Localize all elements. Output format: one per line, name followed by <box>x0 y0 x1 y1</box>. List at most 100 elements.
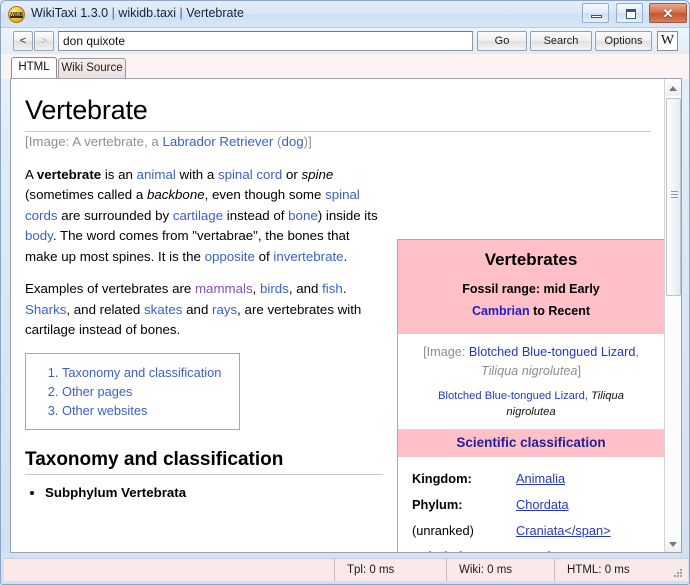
article-image-caption: [Image: A vertebrate, a Labrador Retriev… <box>25 132 383 153</box>
image-caption-suffix: )] <box>303 134 312 149</box>
toc-item[interactable]: Other pages <box>62 383 229 400</box>
link-fish[interactable]: fish <box>322 281 343 296</box>
vertical-scrollbar[interactable] <box>664 79 681 552</box>
close-icon: ✕ <box>662 6 674 21</box>
forward-button[interactable]: > <box>34 31 54 51</box>
window-controls: ✕ <box>580 3 687 24</box>
p1-t11: of <box>254 248 274 264</box>
p1-t4: or <box>282 166 302 182</box>
wikitaxi-icon: WIKI <box>8 6 25 23</box>
p2-t5: , and related <box>66 301 145 317</box>
p2-t6: and <box>182 301 213 317</box>
link-animal[interactable]: animal <box>137 167 176 182</box>
link-rays[interactable]: rays <box>212 302 237 317</box>
resize-grip-icon[interactable] <box>674 569 684 579</box>
tab-wiki-source[interactable]: Wiki Source <box>58 58 126 79</box>
p1-italic-backbone: backbone <box>146 187 205 202</box>
taxon-value-craniata[interactable]: Craniata</span> <box>516 520 611 542</box>
maximize-button[interactable] <box>615 3 643 23</box>
table-row: Subphylum: Vertebrata <box>398 544 664 552</box>
close-button[interactable]: ✕ <box>649 3 687 23</box>
scrollbar-thumb[interactable] <box>666 98 681 296</box>
toc-link-taxonomy[interactable]: Taxonomy and classification <box>62 365 221 380</box>
ib-image-species: Tiliqua nigrolutea <box>480 364 578 378</box>
scrollbar-grip-icon <box>671 191 678 198</box>
title-app-name: WikiTaxi 1.3.0 <box>31 6 109 20</box>
go-button[interactable]: Go <box>477 31 527 51</box>
minimize-icon <box>591 15 603 18</box>
taxobox-fossil-range: Fossil range: mid Early Cambrian to Rece… <box>404 278 658 322</box>
tab-html[interactable]: HTML <box>11 57 57 79</box>
link-invertebrate[interactable]: invertebrate <box>273 249 343 264</box>
p1-t7: are surrounded by <box>57 207 173 223</box>
search-input[interactable]: don quixote <box>58 31 473 51</box>
article-view: Vertebrate [Image: A vertebrate, a Labra… <box>11 79 665 552</box>
scroll-up-arrow-icon[interactable] <box>665 79 681 96</box>
article-body: [Image: A vertebrate, a Labrador Retriev… <box>25 132 383 503</box>
link-dog[interactable]: dog <box>281 134 303 149</box>
toc-link-other-websites[interactable]: Other websites <box>62 403 147 418</box>
search-button[interactable]: Search <box>530 31 592 51</box>
status-tpl-time: Tpl: 0 ms <box>334 559 446 581</box>
link-blotched-lizard[interactable]: Blotched Blue-tongued Lizard <box>469 345 635 359</box>
tab-strip: HTML Wiki Source <box>1 54 689 79</box>
p2-t3: , and <box>288 281 323 296</box>
article-paragraph-1: A vertebrate is an animal with a spinal … <box>25 165 383 268</box>
window-title: WikiTaxi 1.3.0 | wikidb.taxi | Vertebrat… <box>31 6 244 20</box>
link-bone[interactable]: bone <box>288 208 318 223</box>
scroll-down-arrow-icon[interactable] <box>665 535 681 552</box>
wikipedia-icon[interactable]: W <box>657 31 678 51</box>
taxon-rank-kingdom: Kingdom: <box>412 471 472 486</box>
link-labrador-retriever[interactable]: Labrador Retriever <box>162 134 273 149</box>
link-mammals[interactable]: mammals <box>195 281 253 296</box>
taxon-rank-unranked: (unranked) <box>412 523 474 538</box>
toc-item[interactable]: Other websites <box>62 402 229 419</box>
toolbar: < > don quixote Go Search Options W <box>1 28 689 54</box>
link-opposite[interactable]: opposite <box>205 249 255 264</box>
list-item: Subphylum Vertebrata <box>45 483 383 503</box>
link-cambrian[interactable]: Cambrian <box>472 304 530 318</box>
p1-bold-vertebrate: vertebrate <box>36 166 102 182</box>
taxobox-title: Vertebrates <box>484 250 578 269</box>
title-bar: WIKI WikiTaxi 1.3.0 | wikidb.taxi | Vert… <box>1 1 689 28</box>
article-paragraph-2: Examples of vertebrates are mammals, bir… <box>25 279 383 341</box>
p1-t5: (sometimes called a <box>25 187 147 202</box>
minimize-button[interactable] <box>582 3 610 23</box>
ib-image-comma: , <box>635 345 639 359</box>
options-button[interactable]: Options <box>595 31 652 51</box>
content-pane: Vertebrate [Image: A vertebrate, a Labra… <box>10 78 682 553</box>
p1-t3: with a <box>175 166 218 182</box>
link-skates[interactable]: skates <box>144 302 182 317</box>
table-row: Phylum: Chordata <box>398 492 664 518</box>
back-button[interactable]: < <box>13 31 33 51</box>
toc-item[interactable]: Taxonomy and classification <box>62 364 229 381</box>
taxobox-header: Vertebrates Fossil range: mid Early Camb… <box>398 240 664 334</box>
taxobox-caption: Blotched Blue-tongued Lizard, Tiliqua ni… <box>398 385 664 429</box>
fossil-label: Fossil range: mid Early <box>462 282 600 296</box>
section-heading-taxonomy: Taxonomy and classification <box>25 449 383 475</box>
link-spinal-cord[interactable]: spinal cord <box>218 167 282 182</box>
p1-t12: . <box>343 248 348 264</box>
taxon-value-animalia[interactable]: Animalia <box>516 468 565 490</box>
triangle-up-icon <box>669 86 677 91</box>
p1-t8: instead of <box>223 207 289 223</box>
title-separator-1: | <box>111 6 115 20</box>
taxobox: Vertebrates Fossil range: mid Early Camb… <box>397 239 665 552</box>
status-wiki-time: Wiki: 0 ms <box>446 559 554 581</box>
link-cartilage[interactable]: cartilage <box>173 208 223 223</box>
triangle-down-icon <box>669 542 677 547</box>
maximize-icon <box>625 9 636 19</box>
link-birds[interactable]: birds <box>260 281 289 296</box>
ib-image-suffix: ] <box>577 364 582 378</box>
toc-link-other-pages[interactable]: Other pages <box>62 384 132 399</box>
table-row: (unranked) Craniata</span> <box>398 518 664 544</box>
link-sharks[interactable]: Sharks <box>25 302 66 317</box>
p2-t2: , <box>252 281 260 296</box>
p2-t4: . <box>342 281 347 296</box>
status-html-time: HTML: 0 ms <box>554 559 666 581</box>
taxon-value-chordata[interactable]: Chordata <box>516 494 569 516</box>
link-body[interactable]: body <box>25 228 53 243</box>
taxobox-scientific-classification-header: Scientific classification <box>398 429 664 457</box>
p1-italic-spine: spine <box>301 166 334 182</box>
table-of-contents: Taxonomy and classification Other pages … <box>25 352 240 430</box>
